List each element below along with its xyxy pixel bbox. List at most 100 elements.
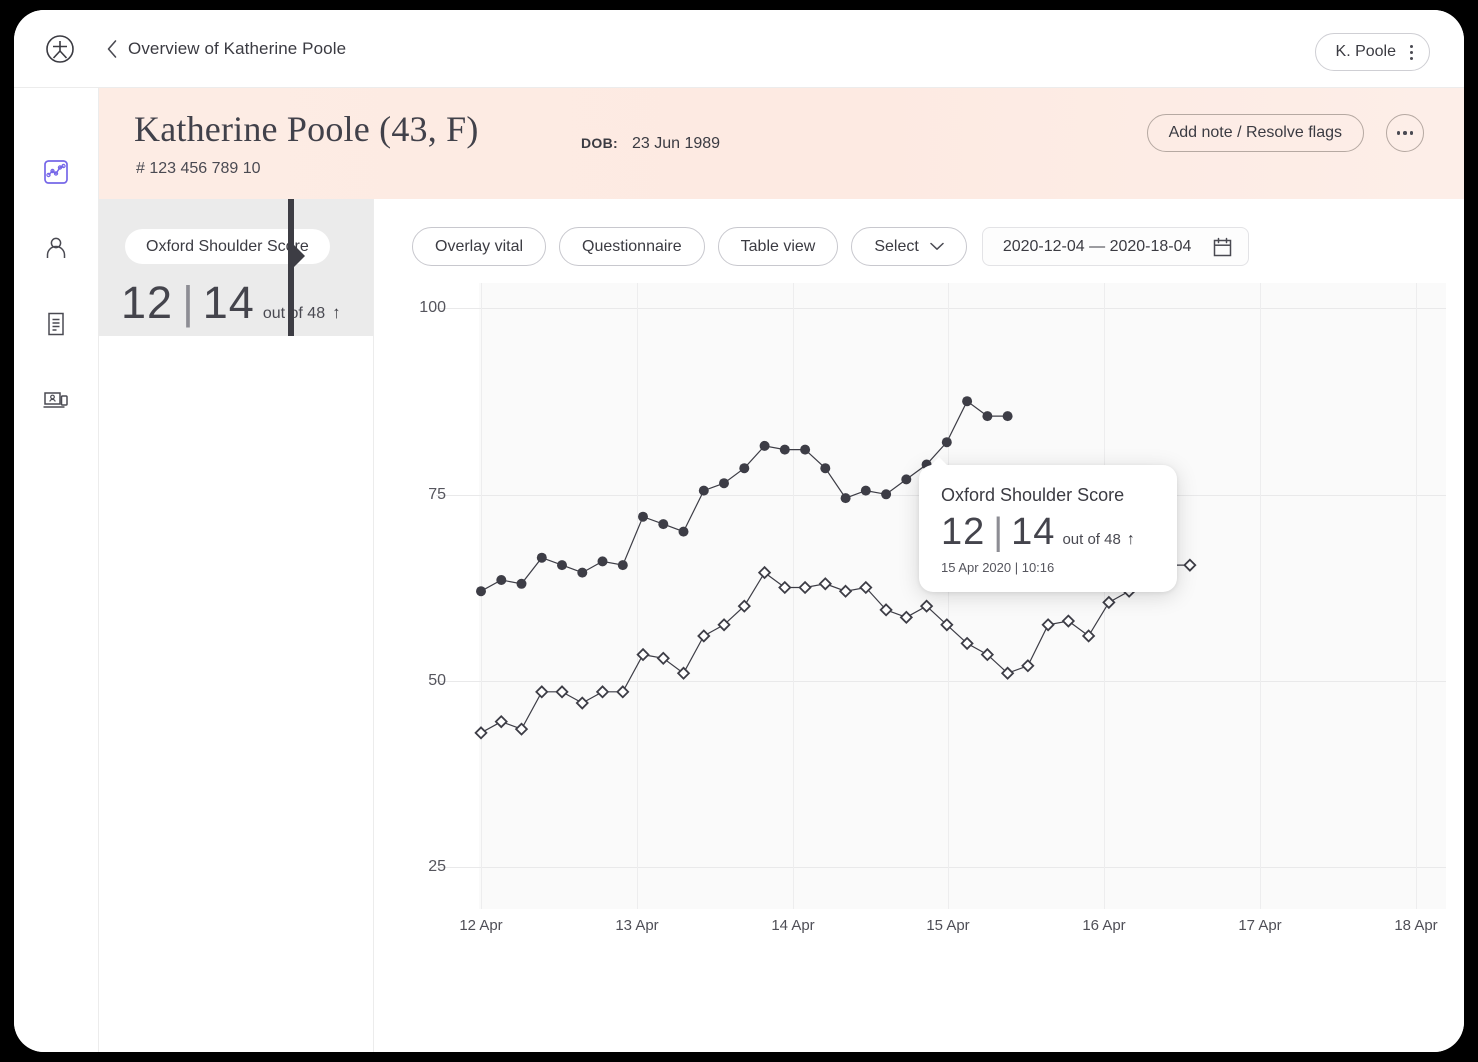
x-tick-label: 17 Apr xyxy=(1238,917,1282,934)
data-point-diamond[interactable] xyxy=(899,610,914,624)
breadcrumb: Overview of Katherine Poole xyxy=(128,38,347,58)
chart-series-svg[interactable] xyxy=(374,283,1464,909)
dob-label: DOB: xyxy=(581,135,618,151)
data-point-diamond[interactable] xyxy=(1081,629,1096,643)
data-point-circle[interactable] xyxy=(779,444,790,455)
data-point-diamond[interactable] xyxy=(1102,595,1116,610)
data-point-circle[interactable] xyxy=(658,519,669,530)
data-point-diamond[interactable] xyxy=(1183,558,1197,572)
data-point-diamond[interactable] xyxy=(616,685,630,699)
data-point-circle[interactable] xyxy=(476,586,486,597)
sidebar-item-devices[interactable] xyxy=(40,384,72,416)
data-point-diamond[interactable] xyxy=(494,714,508,729)
dob-group: DOB: 23 Jun 1989 xyxy=(581,135,720,153)
patient-banner: Katherine Poole (43, F) # 123 456 789 10… xyxy=(99,88,1464,199)
tooltip-value-right: 14 xyxy=(1011,511,1056,553)
data-point-circle[interactable] xyxy=(800,444,811,455)
patient-more-button[interactable] xyxy=(1386,114,1424,152)
data-point-circle[interactable] xyxy=(941,437,952,448)
chart-toolbar: Overlay vital Questionnaire Table view S… xyxy=(412,227,1250,266)
data-point-circle[interactable] xyxy=(617,560,628,571)
data-point-circle[interactable] xyxy=(759,440,770,451)
add-note-button[interactable]: Add note / Resolve flags xyxy=(1146,114,1364,152)
sidebar-item-profile[interactable] xyxy=(40,232,72,264)
data-point-circle[interactable] xyxy=(982,411,993,422)
user-pill-label: K. Poole xyxy=(1335,43,1396,60)
data-point-circle[interactable] xyxy=(496,575,507,585)
data-point-diamond[interactable] xyxy=(838,584,853,598)
x-tick-label: 16 Apr xyxy=(1082,917,1126,934)
chevron-left-icon[interactable] xyxy=(105,38,119,60)
person-icon xyxy=(46,237,66,258)
trend-up-icon: ↑ xyxy=(332,303,341,322)
top-bar: Overview of Katherine Poole K. Poole xyxy=(14,10,1464,88)
chart-line-icon xyxy=(44,160,68,184)
data-point-diamond[interactable] xyxy=(818,577,832,591)
data-point-diamond[interactable] xyxy=(595,685,610,699)
user-menu-button[interactable]: K. Poole xyxy=(1314,33,1430,71)
data-point-circle[interactable] xyxy=(962,396,973,407)
data-point-circle[interactable] xyxy=(678,526,689,537)
x-tick-label: 15 Apr xyxy=(926,917,970,934)
data-point-circle[interactable] xyxy=(597,556,608,567)
data-point-diamond[interactable] xyxy=(778,580,792,595)
x-tick-label: 18 Apr xyxy=(1394,917,1438,934)
score-panel: Oxford Shoulder Score 12 | 14 out of 48 … xyxy=(99,199,374,1052)
data-point-circle[interactable] xyxy=(536,552,547,563)
data-point-diamond[interactable] xyxy=(676,666,691,680)
score-card[interactable]: Oxford Shoulder Score 12 | 14 out of 48 … xyxy=(99,199,373,336)
data-point-circle[interactable] xyxy=(557,560,567,571)
tooltip-value-row: 12 | 14 out of 48 ↑ xyxy=(941,511,1177,554)
clinic-logo-icon xyxy=(45,34,75,64)
vertical-dots-icon[interactable] xyxy=(1410,44,1413,60)
data-point-diamond[interactable] xyxy=(697,629,711,643)
tooltip-timestamp: 15 Apr 2020 | 10:16 xyxy=(941,560,1055,575)
data-point-diamond[interactable] xyxy=(1061,614,1076,628)
data-point-circle[interactable] xyxy=(901,474,912,485)
data-point-circle[interactable] xyxy=(577,567,588,578)
data-point-circle[interactable] xyxy=(881,489,892,500)
tooltip-value-left: 12 xyxy=(941,511,986,553)
x-tick-label: 13 Apr xyxy=(615,917,659,934)
document-icon xyxy=(48,312,64,336)
data-point-circle[interactable] xyxy=(840,493,851,504)
overlay-vital-button[interactable]: Overlay vital xyxy=(412,227,547,266)
data-point-diamond[interactable] xyxy=(636,647,650,662)
select-dropdown[interactable]: Select xyxy=(851,227,967,266)
questionnaire-button[interactable]: Questionnaire xyxy=(559,227,705,266)
data-point-diamond[interactable] xyxy=(656,651,670,665)
data-point-diamond[interactable] xyxy=(474,726,488,740)
score-separator: | xyxy=(182,277,194,328)
data-point-circle[interactable] xyxy=(820,463,831,474)
tooltip-separator: | xyxy=(993,511,1004,553)
chart-tooltip: Oxford Shoulder Score 12 | 14 out of 48 … xyxy=(919,457,1177,592)
table-view-button[interactable]: Table view xyxy=(717,227,839,266)
data-point-circle[interactable] xyxy=(698,485,709,496)
sidebar-item-records[interactable] xyxy=(40,308,72,340)
tooltip-title: Oxford Shoulder Score xyxy=(941,485,1125,505)
data-point-diamond[interactable] xyxy=(1021,659,1035,673)
data-point-circle[interactable] xyxy=(1002,411,1013,422)
chart-area: Overlay vital Questionnaire Table view S… xyxy=(374,199,1464,1052)
x-tick-label: 14 Apr xyxy=(771,917,815,934)
data-point-diamond[interactable] xyxy=(535,685,549,699)
data-point-circle[interactable] xyxy=(719,478,729,489)
sidebar-item-trends[interactable] xyxy=(40,156,72,188)
x-tick-label: 12 Apr xyxy=(459,917,503,934)
data-point-circle[interactable] xyxy=(860,485,871,496)
plot-region: 100 75 50 25 12 Apr 13 Apr 14 Apr 15 Apr… xyxy=(374,283,1464,934)
calendar-icon xyxy=(1214,237,1232,256)
data-point-circle[interactable] xyxy=(739,463,750,474)
page-title: Katherine Poole (43, F) xyxy=(134,109,479,149)
date-range-label: 2020-12-04 — 2020-18-04 xyxy=(1002,237,1192,255)
tooltip-out-of: out of 48 xyxy=(1062,531,1121,548)
data-point-diamond[interactable] xyxy=(555,685,569,699)
data-point-diamond[interactable] xyxy=(514,722,529,736)
data-point-circle[interactable] xyxy=(516,578,527,589)
data-point-diamond[interactable] xyxy=(798,580,812,595)
data-point-diamond[interactable] xyxy=(575,696,589,710)
data-point-diamond[interactable] xyxy=(757,565,772,580)
data-point-circle[interactable] xyxy=(638,511,648,522)
date-range-picker[interactable]: 2020-12-04 — 2020-18-04 xyxy=(981,227,1250,266)
data-point-diamond[interactable] xyxy=(1041,618,1055,632)
